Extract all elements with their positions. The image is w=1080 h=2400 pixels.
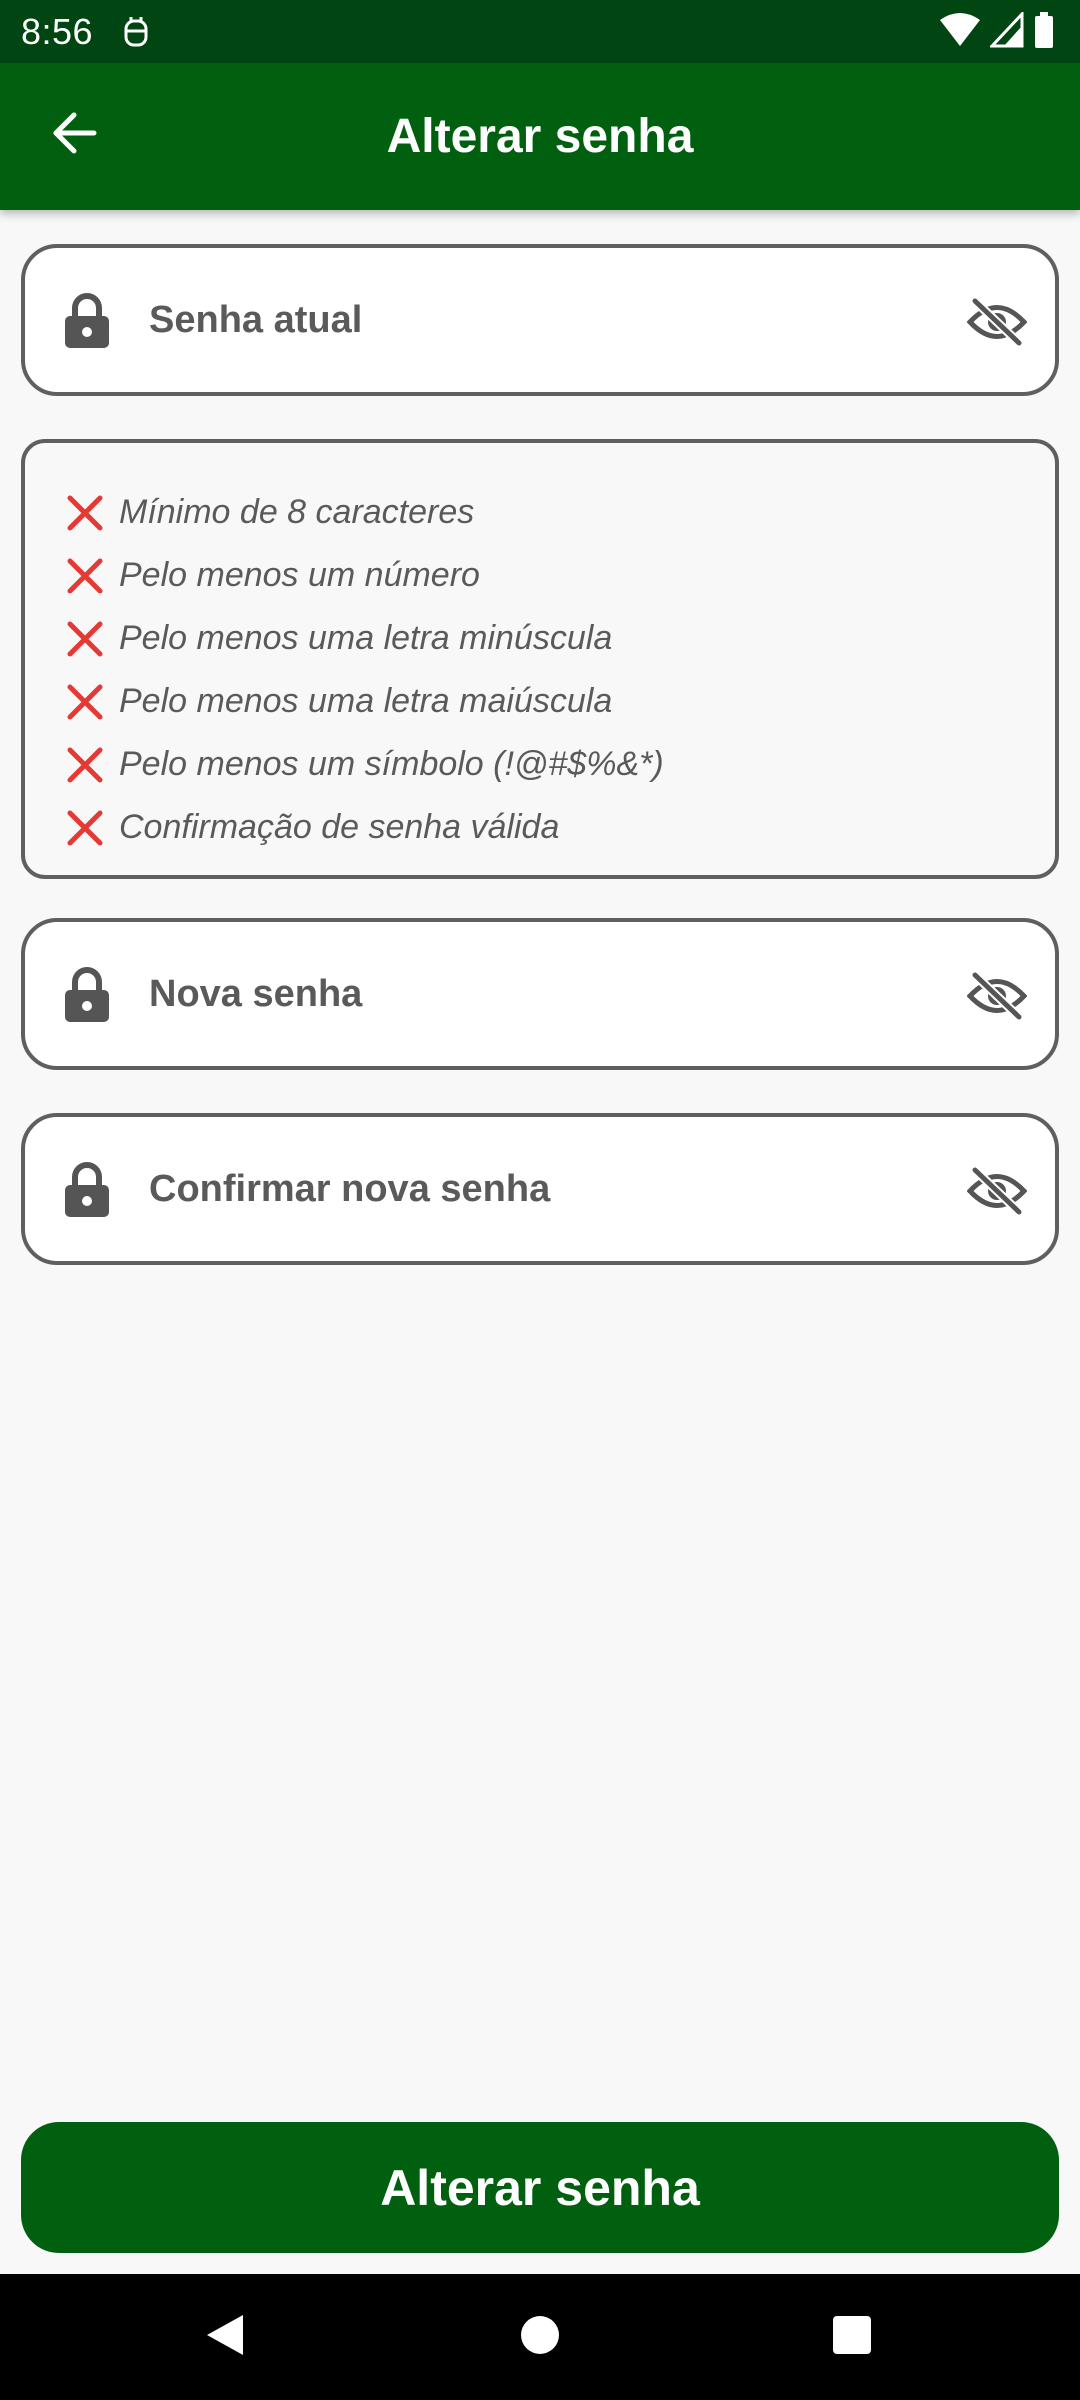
visibility-off-icon[interactable] xyxy=(965,1161,1029,1221)
change-password-screen: 8:56 Alterar senha Mínimo de 8 caractere… xyxy=(0,0,1080,2400)
lock-icon xyxy=(61,292,113,348)
requirement-label: Pelo menos uma letra maiúscula xyxy=(119,682,613,720)
change-password-button-label: Alterar senha xyxy=(380,2159,700,2216)
battery-icon xyxy=(1034,12,1054,53)
square-recents-icon xyxy=(830,2313,874,2362)
status-icons xyxy=(940,10,1054,53)
status-bar: 8:56 xyxy=(0,0,1080,63)
requirement-item: Pelo menos uma letra minúscula xyxy=(65,607,1055,670)
confirm-password-field[interactable] xyxy=(21,1113,1059,1265)
back-button[interactable] xyxy=(38,99,110,171)
requirement-item: Pelo menos um número xyxy=(65,544,1055,607)
lock-icon xyxy=(61,966,113,1022)
requirement-item: Mínimo de 8 caracteres xyxy=(65,481,1055,544)
close-x-icon xyxy=(65,745,105,785)
new-password-field[interactable] xyxy=(21,918,1059,1070)
confirm-password-input[interactable] xyxy=(149,1117,929,1261)
visibility-off-icon[interactable] xyxy=(965,966,1029,1026)
password-requirements: Mínimo de 8 caracteres Pelo menos um núm… xyxy=(21,439,1059,879)
requirement-label: Pelo menos um símbolo (!@#$%&*) xyxy=(119,745,664,783)
current-password-input[interactable] xyxy=(149,248,929,392)
triangle-back-icon xyxy=(203,2311,247,2364)
requirement-item: Pelo menos um símbolo (!@#$%&*) xyxy=(65,733,1055,796)
app-notification-icon xyxy=(121,15,155,49)
arrow-left-icon xyxy=(50,111,98,160)
requirement-item: Pelo menos uma letra maiúscula xyxy=(65,670,1055,733)
requirement-label: Confirmação de senha válida xyxy=(119,808,560,846)
app-bar: Alterar senha xyxy=(0,63,1080,210)
close-x-icon xyxy=(65,556,105,596)
close-x-icon xyxy=(65,682,105,722)
visibility-off-icon[interactable] xyxy=(965,292,1029,352)
requirement-item: Confirmação de senha válida xyxy=(65,796,1055,859)
close-x-icon xyxy=(65,619,105,659)
page-title: Alterar senha xyxy=(386,110,694,163)
new-password-input[interactable] xyxy=(149,922,929,1066)
close-x-icon xyxy=(65,808,105,848)
lock-icon xyxy=(61,1161,113,1217)
nav-back-button[interactable] xyxy=(195,2307,255,2367)
requirement-label: Pelo menos um número xyxy=(119,556,480,594)
circle-home-icon xyxy=(518,2313,562,2362)
current-password-field[interactable] xyxy=(21,244,1059,396)
change-password-button[interactable]: Alterar senha xyxy=(21,2122,1059,2253)
requirement-label: Pelo menos uma letra minúscula xyxy=(119,619,613,657)
wifi-icon xyxy=(940,12,980,53)
nav-home-button[interactable] xyxy=(510,2307,570,2367)
cell-signal-icon xyxy=(988,10,1024,53)
system-nav-bar xyxy=(0,2274,1080,2400)
status-time: 8:56 xyxy=(21,10,94,52)
requirement-label: Mínimo de 8 caracteres xyxy=(119,493,475,531)
close-x-icon xyxy=(65,493,105,533)
nav-recents-button[interactable] xyxy=(822,2307,882,2367)
